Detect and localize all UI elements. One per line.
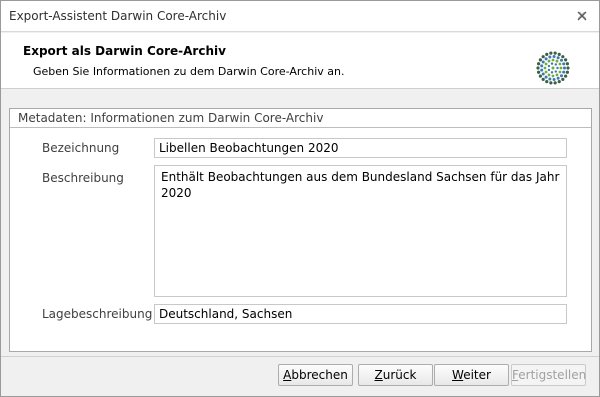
metadata-groupbox: Metadaten: Informationen zum Darwin Core… — [9, 108, 592, 352]
export-wizard-window: Export-Assistent Darwin Core-Archiv Expo… — [0, 0, 600, 397]
wizard-step-subtitle: Geben Sie Informationen zu dem Darwin Co… — [33, 65, 345, 78]
lagebeschreibung-input[interactable]: Deutschland, Sachsen — [154, 304, 567, 324]
lagebeschreibung-label: Lagebeschreibung — [42, 307, 153, 321]
next-button[interactable]: Weiter — [434, 364, 509, 386]
back-button[interactable]: Zurück — [358, 364, 433, 386]
window-title: Export-Assistent Darwin Core-Archiv — [9, 9, 227, 23]
gbif-logo-icon — [536, 51, 570, 85]
bezeichnung-input[interactable]: Libellen Beobachtungen 2020 — [154, 138, 567, 158]
cancel-button[interactable]: Abbrechen — [278, 364, 353, 386]
metadata-group-title: Metadaten: Informationen zum Darwin Core… — [10, 109, 591, 128]
beschreibung-label: Beschreibung — [42, 171, 124, 185]
wizard-step-title: Export als Darwin Core-Archiv — [23, 44, 226, 58]
beschreibung-textarea[interactable]: Enthält Beobachtungen aus dem Bundesland… — [154, 165, 567, 297]
bezeichnung-label: Bezeichnung — [42, 141, 120, 155]
wizard-footer: Abbrechen Zurück Weiter Fertigstellen — [1, 356, 599, 396]
wizard-header: Export als Darwin Core-Archiv Geben Sie … — [1, 33, 599, 89]
close-icon[interactable] — [575, 9, 589, 23]
title-bar: Export-Assistent Darwin Core-Archiv — [1, 1, 599, 32]
finish-button[interactable]: Fertigstellen — [511, 364, 586, 386]
